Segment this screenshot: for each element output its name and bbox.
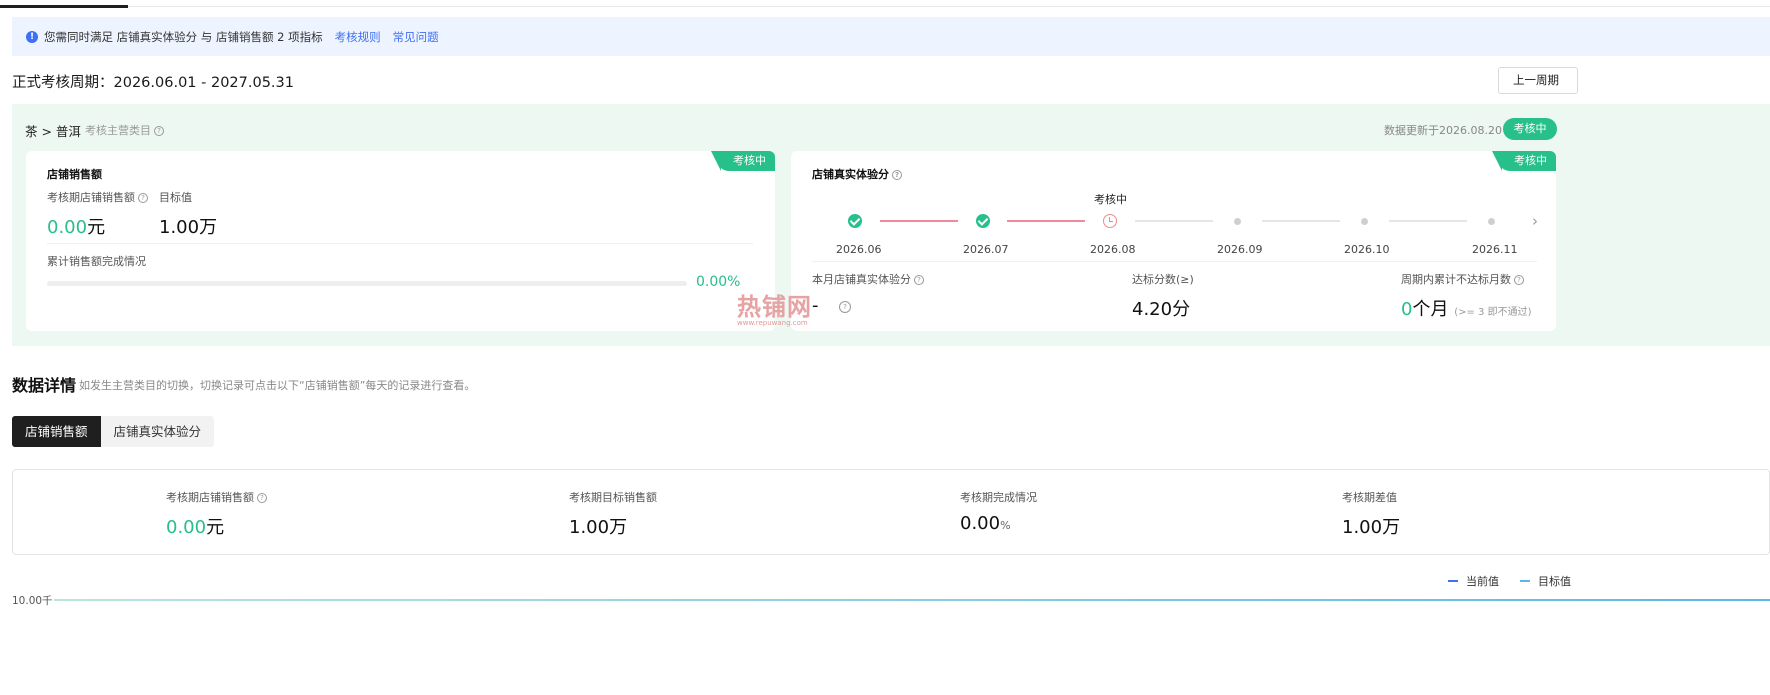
timeline-month: 2026.10	[1344, 243, 1390, 256]
timeline-month: 2026.07	[963, 243, 1009, 256]
timeline-pending-dot	[1488, 218, 1495, 225]
help-icon[interactable]: ?	[1514, 275, 1524, 285]
fail-months-unit: 个月	[1412, 299, 1449, 320]
details-title: 数据详情	[12, 376, 77, 395]
notice-bar: ! 您需同时满足 店铺真实体验分 与 店铺销售额 2 项指标 考核规则 常见问题	[12, 17, 1770, 56]
timeline-month: 2026.09	[1217, 243, 1263, 256]
month-score-label: 本月店铺真实体验分?	[812, 271, 924, 287]
experience-status-tag: 考核中	[1492, 151, 1556, 171]
target-line	[54, 599, 1770, 601]
timeline-pending-dot	[1234, 218, 1241, 225]
period-sales-unit: 元	[87, 217, 106, 238]
target-label: 目标值	[159, 191, 192, 204]
watermark-logo: 热铺网 www.repuwang.com	[737, 287, 837, 332]
fail-months-value: 0个月 (>= 3 即不通过)	[1401, 295, 1531, 321]
timeline-segment	[880, 220, 958, 222]
sales-status-tag: 考核中	[711, 151, 775, 171]
watermark-url: www.repuwang.com	[737, 319, 808, 327]
active-tab-indicator	[0, 5, 128, 8]
stat-value: 0.00%	[960, 513, 1011, 534]
tab-sales[interactable]: 店铺销售额	[12, 416, 101, 447]
notice-text: 您需同时满足 店铺真实体验分 与 店铺销售额 2 项指标	[44, 29, 323, 44]
timeline-month: 2026.11	[1472, 243, 1518, 256]
timeline-check-icon	[848, 214, 862, 228]
period-sales-value: 0.00元	[47, 213, 105, 239]
timeline-segment	[1135, 220, 1213, 222]
stat-value-unit: 元	[206, 517, 225, 538]
faq-link[interactable]: 常见问题	[393, 29, 439, 45]
month-score-label-text: 本月店铺真实体验分	[812, 273, 911, 286]
stat-value-number: 0.00	[960, 513, 1001, 534]
stat-label-text: 考核期店铺销售额	[166, 491, 254, 504]
y-axis-tick: 10.00千	[12, 595, 53, 607]
timeline-pending-dot	[1361, 218, 1368, 225]
timeline-segment	[1389, 220, 1467, 222]
legend-current-mark	[1448, 580, 1458, 582]
tab-experience[interactable]: 店铺真实体验分	[100, 416, 215, 447]
sales-card-title: 店铺销售额	[47, 168, 102, 181]
status-badge: 考核中	[1503, 118, 1557, 140]
legend-target[interactable]: 目标值	[1520, 573, 1571, 589]
divider	[47, 243, 753, 244]
details-tabs: 店铺销售额 店铺真实体验分	[12, 416, 215, 447]
timeline-month: 2026.06	[836, 243, 882, 256]
legend-current-label: 当前值	[1466, 575, 1499, 588]
stats-summary	[12, 469, 1770, 555]
stat-value-unit: %	[1000, 519, 1011, 532]
cumulative-label: 累计销售额完成情况	[47, 255, 146, 268]
help-icon[interactable]: ?	[914, 275, 924, 285]
stat-value: 1.00万	[569, 517, 628, 538]
stat-value: 0.00元	[166, 513, 224, 539]
timeline-current-label: 考核中	[1094, 193, 1127, 206]
legend-target-mark	[1520, 580, 1530, 582]
sales-card: 考核中	[26, 151, 775, 331]
help-icon[interactable]: ?	[892, 170, 902, 180]
period-sales-label: 考核期店铺销售额?	[47, 189, 148, 205]
timeline-segment	[1007, 220, 1085, 222]
timeline-month: 2026.08	[1090, 243, 1136, 256]
stat-value-number: 0.00	[166, 517, 207, 538]
experience-card-title: 店铺真实体验分?	[812, 166, 902, 182]
category-note-text: 考核主营类目	[85, 124, 151, 137]
fail-months-note: (>= 3 即不通过)	[1454, 307, 1532, 318]
stat-label: 考核期店铺销售额?	[166, 489, 267, 505]
sales-progress-percent: 0.00%	[696, 274, 741, 290]
info-icon: !	[26, 30, 38, 43]
fail-months-number: 0	[1401, 299, 1413, 320]
stat-label: 考核期目标销售额	[569, 491, 657, 504]
category-note: 考核主营类目?	[85, 122, 164, 138]
fail-months-label: 周期内累计不达标月数?	[1401, 271, 1524, 287]
stat-label: 考核期完成情况	[960, 491, 1037, 504]
details-subtitle: 如发生主营类目的切换，切换记录可点击以下“店铺销售额”每天的记录进行查看。	[79, 379, 476, 392]
help-icon[interactable]: ?	[154, 126, 164, 136]
stat-label: 考核期差值	[1342, 491, 1397, 504]
legend-target-label: 目标值	[1538, 575, 1571, 588]
timeline-check-icon	[976, 214, 990, 228]
target-value: 1.00万	[159, 217, 218, 238]
help-icon[interactable]: ?	[138, 193, 148, 203]
timeline-clock-icon	[1103, 214, 1117, 228]
previous-period-button[interactable]: 上一周期	[1498, 67, 1578, 94]
category-path: 茶 > 普洱	[25, 124, 81, 139]
help-icon[interactable]: ?	[839, 301, 851, 313]
experience-card-title-text: 店铺真实体验分	[812, 168, 889, 181]
legend-current[interactable]: 当前值	[1448, 573, 1499, 589]
rules-link[interactable]: 考核规则	[335, 29, 381, 45]
pass-score-label: 达标分数(≥)	[1132, 273, 1194, 286]
period-sales-number: 0.00	[47, 217, 88, 238]
pass-score-value: 4.20分	[1132, 299, 1191, 320]
top-tab-divider	[0, 6, 1770, 7]
watermark-brand: 热铺网	[737, 292, 812, 321]
data-updated-text: 数据更新于2026.08.20	[1384, 124, 1502, 137]
chevron-right-icon[interactable]: ›	[1532, 212, 1538, 230]
timeline-segment	[1262, 220, 1340, 222]
help-icon[interactable]: ?	[257, 493, 267, 503]
period-sales-label-text: 考核期店铺销售额	[47, 191, 135, 204]
fail-months-label-text: 周期内累计不达标月数	[1401, 273, 1511, 286]
divider	[812, 261, 1537, 262]
stat-value: 1.00万	[1342, 517, 1401, 538]
period-label: 正式考核周期：2026.06.01 - 2027.05.31	[12, 75, 294, 91]
sales-progress-bar	[47, 281, 687, 286]
